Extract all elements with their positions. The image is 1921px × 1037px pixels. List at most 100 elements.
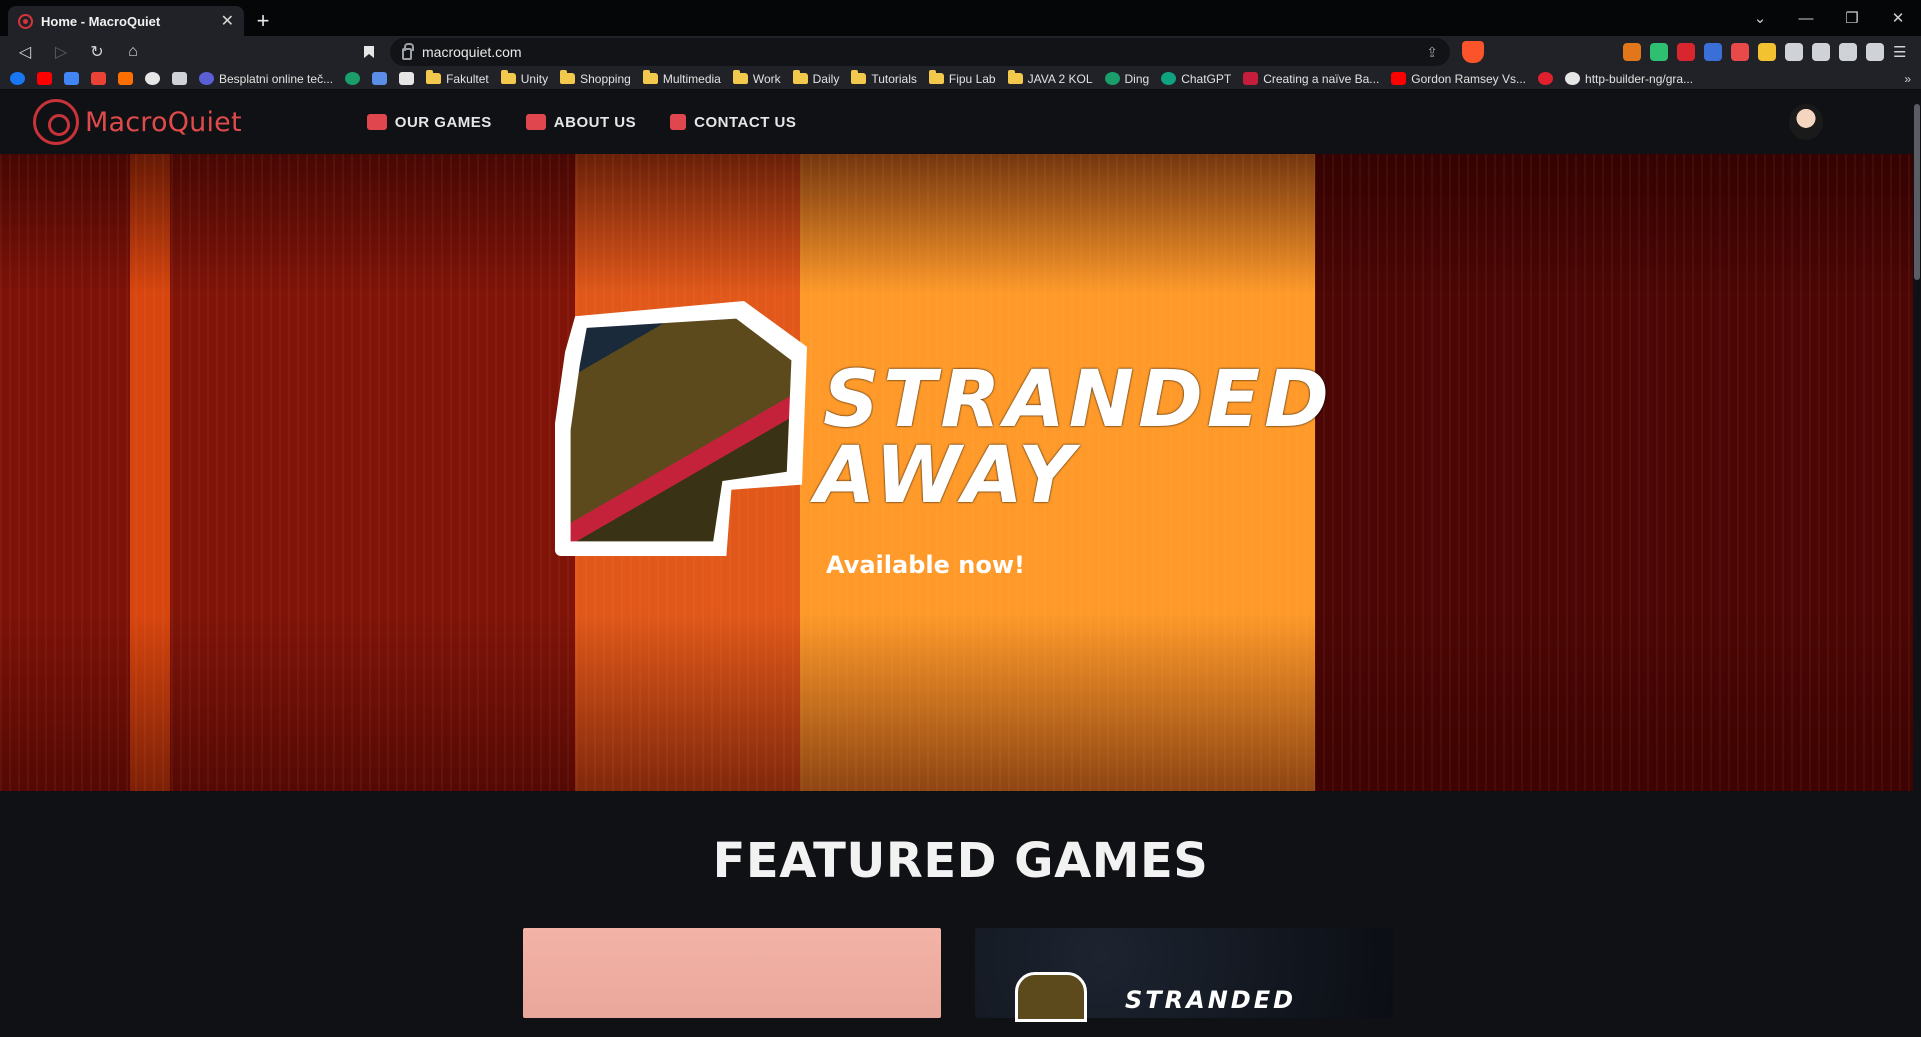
sidebar-icon[interactable] [1839, 43, 1857, 61]
site-logo[interactable]: MacroQuiet [33, 99, 242, 145]
bookmark-icon[interactable] [354, 38, 384, 66]
bookmark-icon[interactable] [1538, 72, 1554, 85]
url-text[interactable]: macroquiet.com [422, 44, 1416, 60]
bookmark-folder-multimedia[interactable]: Multimedia [642, 70, 721, 86]
hero-banner[interactable]: STRANDED AWAY Available now! [0, 154, 1921, 791]
bookmark-gordon-ramsey[interactable]: Gordon Ramsey Vs... [1391, 72, 1526, 86]
pdf-icon[interactable] [1677, 43, 1695, 61]
translate-icon[interactable] [64, 72, 79, 85]
close-tab-icon[interactable]: ✕ [221, 11, 234, 31]
game-card-title: STRANDED [1125, 986, 1297, 1014]
macroquiet-logo-icon [33, 99, 79, 145]
restore-button[interactable]: ❐ [1829, 9, 1875, 27]
bookmark-folder-java-2-kol[interactable]: JAVA 2 KOL [1007, 70, 1093, 86]
brave-shields-icon[interactable] [1462, 41, 1484, 63]
lock-icon [402, 42, 414, 60]
gamepad-icon [366, 114, 387, 130]
hero-game-title: STRANDED AWAY [815, 355, 1333, 516]
home-button[interactable]: ⌂ [118, 38, 148, 66]
folder-icon [500, 70, 516, 84]
site-header: MacroQuiet OUR GAMES ABOUT US CONTACT US [0, 90, 1921, 154]
more-bookmarks-icon[interactable]: » [1904, 72, 1911, 86]
ding-icon [1104, 72, 1120, 85]
bookmark-folder-fakultet[interactable]: Fakultet [426, 70, 489, 86]
hero-title-line-2: AWAY [815, 431, 1079, 522]
site-icon [1243, 72, 1259, 85]
translate-icon[interactable] [1704, 43, 1722, 61]
bookmark-folder-fipu-lab[interactable]: Fipu Lab [928, 70, 996, 86]
extension-icon[interactable] [1731, 43, 1749, 61]
window-controls: ⌄ — ❐ ✕ [1737, 0, 1921, 36]
playlist-icon[interactable] [1812, 43, 1830, 61]
nav-our-games[interactable]: OUR GAMES [366, 114, 492, 131]
folder-icon [851, 70, 867, 84]
metamask-icon[interactable] [1623, 43, 1641, 61]
gmail-icon[interactable] [91, 72, 106, 85]
folder-icon [426, 70, 442, 84]
page-scrollbar[interactable] [1913, 104, 1921, 1037]
folder-icon [1007, 70, 1023, 84]
bookmark-item[interactable]: Besplatni online teč... [199, 72, 333, 86]
site-favicon-icon [18, 13, 33, 29]
bookmarks-bar: Besplatni online teč... Fakultet Unity S… [0, 68, 1921, 90]
bookmark-icon[interactable] [172, 72, 187, 85]
bookmark-chatgpt[interactable]: ChatGPT [1161, 72, 1231, 86]
bookmark-naive-bayes[interactable]: Creating a naïve Ba... [1243, 72, 1379, 86]
bookmark-folder-work[interactable]: Work [732, 70, 781, 86]
facebook-icon[interactable] [10, 72, 25, 85]
new-tab-button[interactable]: + [248, 6, 278, 36]
main-nav: OUR GAMES ABOUT US CONTACT US [366, 114, 797, 131]
minimize-button[interactable]: — [1783, 10, 1829, 27]
github-icon [1565, 72, 1581, 85]
hero-character-art [570, 318, 792, 542]
chatgpt-icon [1161, 72, 1177, 85]
reload-button[interactable]: ↻ [82, 38, 112, 66]
user-avatar[interactable] [1789, 104, 1823, 140]
browser-tab-strip: Home - MacroQuiet ✕ + ⌄ — ❐ ✕ [0, 0, 1921, 36]
address-bar[interactable]: macroquiet.com ⇪ [390, 38, 1450, 66]
bookmark-folder-unity[interactable]: Unity [500, 70, 548, 86]
featured-games-section: FEATURED GAMES STRANDED [0, 791, 1921, 1022]
close-window-button[interactable]: ✕ [1875, 9, 1921, 27]
notion-icon[interactable] [399, 72, 415, 85]
extension-icons: ☰ [1623, 43, 1911, 61]
tab-title: Home - MacroQuiet [41, 13, 161, 29]
folder-icon [560, 70, 576, 84]
brand-name: MacroQuiet [85, 106, 242, 138]
menu-icon[interactable]: ☰ [1893, 43, 1911, 61]
folder-icon [732, 70, 748, 84]
youtube-icon[interactable] [37, 72, 52, 85]
hero-subtitle: Available now! [826, 551, 1025, 579]
folder-icon [642, 70, 658, 84]
browser-tab[interactable]: Home - MacroQuiet ✕ [8, 6, 244, 36]
globe-icon [199, 72, 214, 85]
bookmark-folder-daily[interactable]: Daily [792, 70, 839, 86]
browser-toolbar: ◁ ▷ ↻ ⌂ macroquiet.com ⇪ ☰ [0, 36, 1921, 68]
nav-contact-us[interactable]: CONTACT US [670, 114, 796, 131]
bookmark-folder-shopping[interactable]: Shopping [560, 70, 631, 86]
newspaper-icon [525, 114, 546, 130]
imdb-icon[interactable] [1758, 43, 1776, 61]
forward-button[interactable]: ▷ [46, 38, 76, 66]
bookmark-icon[interactable] [372, 72, 388, 85]
nav-about-us[interactable]: ABOUT US [525, 114, 636, 131]
featured-game-card[interactable] [523, 928, 941, 1018]
scrollbar-thumb[interactable] [1914, 104, 1920, 280]
puzzle-icon[interactable] [1785, 43, 1803, 61]
github-icon[interactable] [145, 72, 160, 85]
share-icon[interactable]: ⇪ [1426, 44, 1438, 61]
youtube-icon [1391, 72, 1407, 85]
wallet-icon[interactable] [1866, 43, 1884, 61]
hero-title-line-1: STRANDED [823, 355, 1333, 445]
contact-card-icon [670, 114, 687, 130]
back-button[interactable]: ◁ [10, 38, 40, 66]
featured-games-heading: FEATURED GAMES [712, 833, 1209, 889]
bookmark-ding[interactable]: Ding [1104, 72, 1149, 86]
vue-devtools-icon[interactable] [1650, 43, 1668, 61]
bookmark-http-builder[interactable]: http-builder-ng/gra... [1565, 72, 1693, 86]
featured-game-card[interactable]: STRANDED [975, 928, 1393, 1022]
tab-search-icon[interactable]: ⌄ [1737, 9, 1783, 27]
bookmark-folder-tutorials[interactable]: Tutorials [851, 70, 917, 86]
bookmark-icon[interactable] [118, 72, 133, 85]
bookmark-icon[interactable] [345, 72, 361, 85]
